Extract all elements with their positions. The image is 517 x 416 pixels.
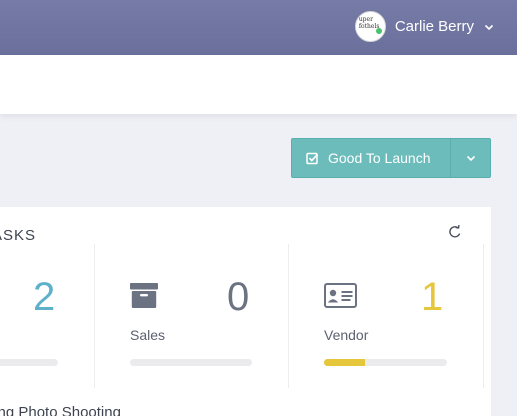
stat-label-sales: Sales — [130, 327, 166, 343]
avatar[interactable]: uper fothels — [354, 11, 386, 42]
stat-count: 0 — [227, 275, 250, 319]
user-name[interactable]: Carlie Berry — [395, 18, 474, 35]
stat-progress-bar — [130, 359, 252, 366]
launch-button-group[interactable]: Good To Launch — [291, 138, 491, 178]
chevron-down-icon — [466, 155, 475, 162]
column-divider — [94, 244, 95, 388]
stat-progress-fill — [324, 359, 365, 366]
stat-progress-bar — [324, 359, 447, 366]
launch-label: Good To Launch — [328, 150, 431, 166]
id-card-icon — [324, 283, 357, 308]
refresh-icon[interactable] — [447, 224, 463, 240]
card-title: ASKS — [0, 227, 37, 244]
user-menu[interactable]: uper fothels Carlie Berry — [354, 11, 495, 42]
online-status-dot — [375, 28, 382, 34]
stat-label-vendor: Vendor — [324, 327, 369, 343]
check-square-icon — [306, 152, 319, 164]
column-divider — [483, 244, 484, 388]
sub-header — [0, 55, 517, 114]
good-to-launch-button[interactable]: Good To Launch — [292, 139, 450, 177]
task-item-text: ting Photo Shooting — [0, 404, 121, 416]
user-caret-icon[interactable] — [483, 21, 495, 33]
top-navbar: uper fothels Carlie Berry — [0, 0, 517, 55]
launch-dropdown-toggle[interactable] — [450, 139, 490, 177]
archive-box-icon — [130, 283, 158, 308]
column-divider — [288, 244, 289, 388]
stat-progress-bar — [0, 359, 58, 366]
stat-count: 2 — [33, 275, 56, 319]
stat-count: 1 — [421, 275, 444, 319]
